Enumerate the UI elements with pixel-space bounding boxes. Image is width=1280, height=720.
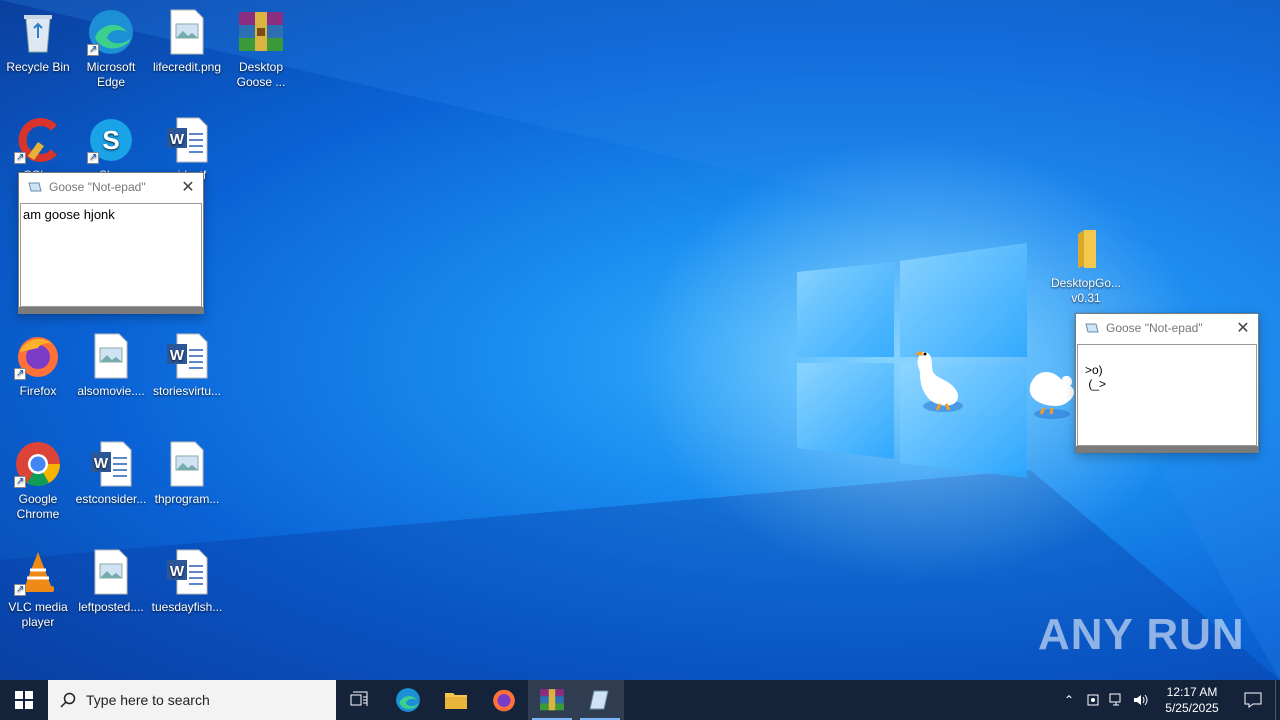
taskbar-goose-notepad[interactable] (576, 680, 624, 720)
word-document-icon: W (163, 332, 211, 380)
ccleaner-icon (14, 116, 62, 165)
notepad-icon (1085, 323, 1099, 333)
task-view-icon (350, 691, 368, 706)
window-titlebar[interactable]: Goose "Not-epad" ✕ (19, 173, 203, 201)
clock-time: 12:17 AM (1166, 685, 1218, 699)
task-view-button[interactable] (336, 680, 384, 720)
image-file-icon (87, 332, 135, 380)
window-status-strip (19, 307, 203, 313)
window-title: Goose "Not-epad" (1106, 321, 1203, 335)
volume-icon[interactable] (1129, 680, 1153, 720)
folder-icon (1062, 224, 1110, 272)
windows-logo-icon (15, 691, 33, 709)
anyrun-watermark: ANY RUN (1038, 610, 1245, 659)
desktop-icon-estconsider[interactable]: W estconsider... (73, 440, 149, 507)
image-file-icon (163, 440, 211, 488)
word-document-icon: W (163, 548, 211, 596)
svg-text:W: W (170, 563, 185, 580)
recycle-bin-icon (14, 8, 62, 56)
svg-text:W: W (170, 131, 185, 148)
desktop-icon-desktop-goose-archive[interactable]: Desktop Goose ... (223, 8, 299, 90)
svg-text:W: W (170, 347, 185, 364)
image-file-icon (87, 548, 135, 596)
goose-notepad-window-left[interactable]: Goose "Not-epad" ✕ am goose hjonk (18, 172, 204, 314)
goose-sprite-2[interactable] (1026, 364, 1078, 420)
image-file-icon (163, 8, 211, 56)
folder-icon (445, 693, 467, 709)
vlc-icon (14, 548, 62, 597)
taskbar: Type here to search ⌃ 12:17 AM 5/25/2025 (0, 680, 1280, 720)
taskbar-search-box[interactable]: Type here to search (48, 680, 336, 720)
desktop-icon-lifecredit[interactable]: lifecredit.png (149, 8, 225, 75)
search-icon (60, 692, 76, 708)
svg-text:W: W (94, 455, 109, 472)
taskbar-winrar[interactable] (528, 680, 576, 720)
notepad-icon (28, 182, 42, 192)
window-status-strip (1076, 446, 1258, 452)
desktop-icon-thprogram[interactable]: thprogram... (149, 440, 225, 507)
desktop-icon-storiesvirtu[interactable]: W storiesvirtu... (149, 332, 225, 399)
desktop-icon-firefox[interactable]: Firefox (0, 332, 76, 399)
start-button[interactable] (0, 680, 48, 720)
clock-date: 5/25/2025 (1165, 701, 1219, 715)
close-icon[interactable]: ✕ (173, 173, 203, 201)
desktop-icon-desktopgoose-folder[interactable]: DesktopGo... v0.31 (1048, 224, 1124, 306)
word-document-icon: W (87, 440, 135, 488)
desktop-icon-tuesdayfish[interactable]: W tuesdayfish... (149, 548, 225, 615)
desktop-icon-alsomovie[interactable]: alsomovie.... (73, 332, 149, 399)
firefox-icon (493, 689, 515, 712)
word-document-icon: W (163, 116, 211, 164)
desktop-icon-edge[interactable]: Microsoft Edge (73, 8, 149, 90)
edge-icon (396, 688, 420, 712)
winrar-archive-icon (237, 8, 285, 56)
close-icon[interactable]: ✕ (1228, 314, 1258, 342)
svg-text:S: S (102, 125, 119, 155)
notepad-text-area[interactable]: >o) (_> (1077, 344, 1257, 446)
desktop-icon-vlc[interactable]: VLC media player (0, 548, 76, 630)
taskbar-edge[interactable] (384, 680, 432, 720)
taskbar-file-explorer[interactable] (432, 680, 480, 720)
desktop-icon-leftposted[interactable]: leftposted.... (73, 548, 149, 615)
firefox-icon (14, 332, 62, 381)
notification-center-button[interactable] (1231, 680, 1275, 720)
goose-notepad-window-right[interactable]: Goose "Not-epad" ✕ >o) (_> (1075, 313, 1259, 453)
edge-icon (87, 8, 135, 57)
goose-sprite[interactable] (910, 344, 970, 414)
window-title: Goose "Not-epad" (49, 180, 146, 194)
notepad-icon (589, 690, 609, 710)
tray-app-icon[interactable] (1081, 680, 1105, 720)
desktop-icon-chrome[interactable]: Google Chrome (0, 440, 76, 522)
clock[interactable]: 12:17 AM 5/25/2025 (1153, 684, 1231, 716)
taskbar-firefox[interactable] (480, 680, 528, 720)
skype-icon: S (87, 116, 135, 165)
notification-icon (1244, 692, 1262, 708)
winrar-icon (540, 689, 564, 711)
search-placeholder: Type here to search (86, 692, 210, 708)
show-desktop-button[interactable] (1275, 680, 1280, 720)
desktop-icon-recycle-bin[interactable]: Recycle Bin (0, 8, 76, 75)
chrome-icon (14, 440, 62, 489)
chevron-up-icon[interactable]: ⌃ (1057, 680, 1081, 720)
window-titlebar[interactable]: Goose "Not-epad" ✕ (1076, 314, 1258, 342)
notepad-text-area[interactable]: am goose hjonk (20, 203, 202, 307)
network-icon[interactable] (1105, 680, 1129, 720)
system-tray: ⌃ 12:17 AM 5/25/2025 (1057, 680, 1280, 720)
